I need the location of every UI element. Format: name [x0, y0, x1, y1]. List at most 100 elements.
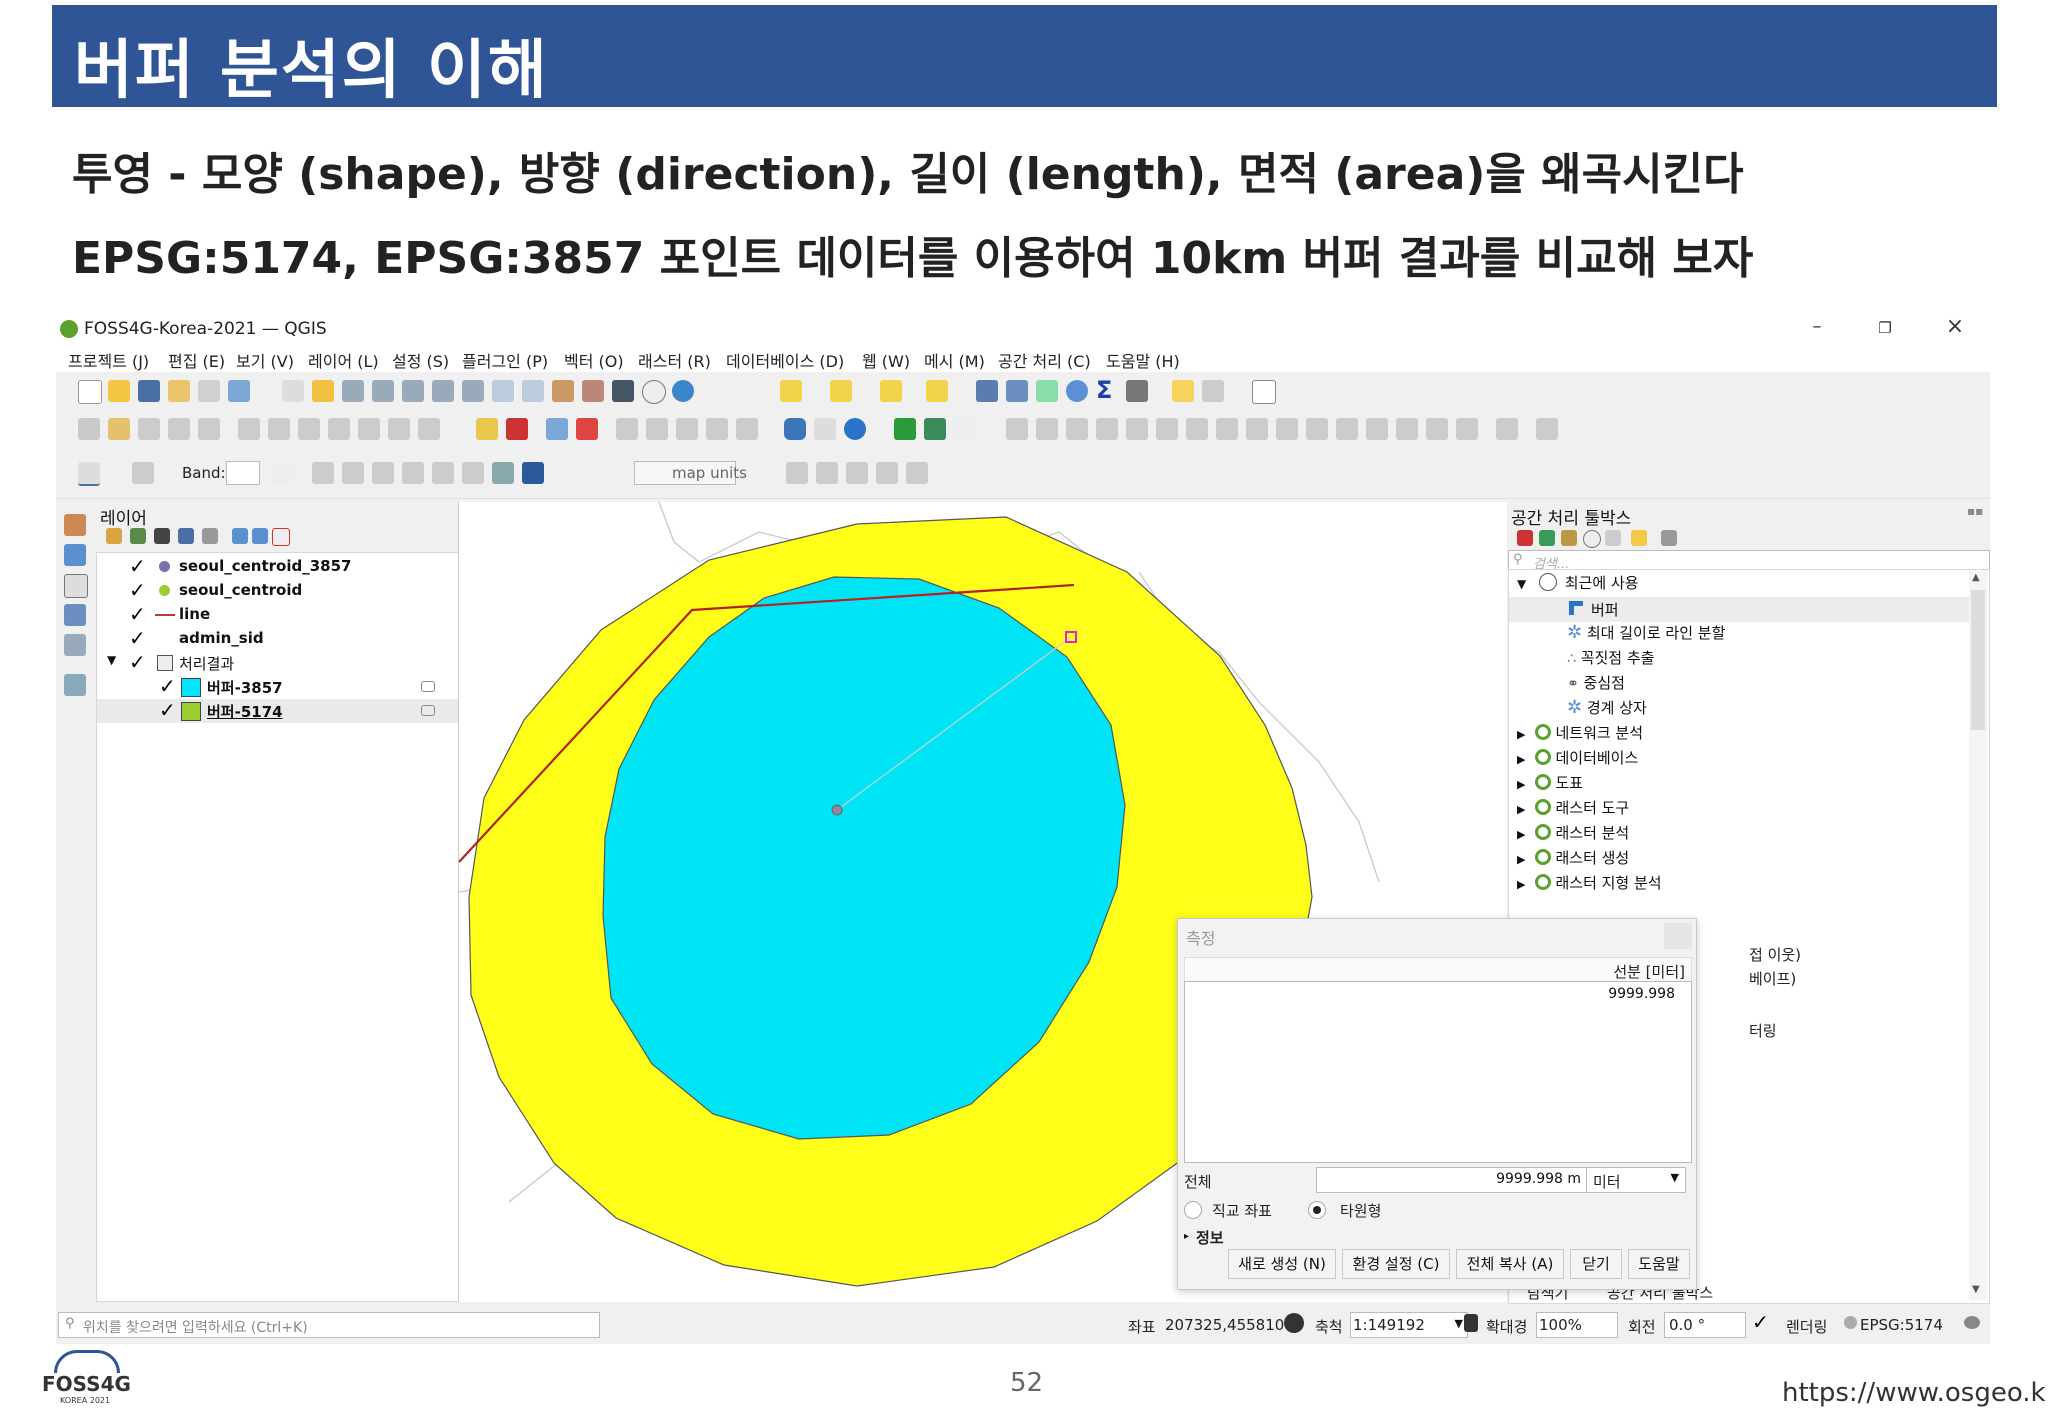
map-tips-icon[interactable] — [1172, 380, 1194, 402]
menu-view[interactable]: 보기 (V) — [236, 348, 294, 372]
expand-all-icon[interactable] — [232, 528, 248, 544]
collapse-all-icon[interactable] — [252, 528, 268, 544]
rotate-feature-icon[interactable] — [1036, 418, 1058, 440]
menu-project[interactable]: 프로젝트 (J) — [68, 348, 149, 372]
info-expand-icon[interactable]: ▸ — [1184, 1231, 1189, 1242]
save-edits-icon[interactable] — [138, 418, 160, 440]
snapping-icon[interactable] — [492, 462, 514, 484]
toolbox-item[interactable]: ✲ 최대 길이로 라인 분할 — [1567, 622, 1725, 647]
trim-extend-icon[interactable] — [1496, 418, 1518, 440]
highlight-labels-icon[interactable] — [576, 418, 598, 440]
attribute-table-icon[interactable] — [1006, 380, 1028, 402]
coordinate-toggle-icon[interactable] — [1284, 1313, 1304, 1333]
paste-icon[interactable] — [358, 418, 380, 440]
filter-legend-icon[interactable] — [178, 528, 194, 544]
histogram-icon[interactable] — [78, 462, 100, 486]
more-tools-icon[interactable] — [1536, 418, 1558, 440]
menu-edit[interactable]: 편집 (E) — [168, 348, 225, 372]
layer-row[interactable]: ✓ 버퍼-3857 — [97, 674, 497, 699]
settings-button[interactable]: 환경 설정 (C) — [1342, 1249, 1450, 1279]
add-wms-icon[interactable] — [64, 634, 86, 656]
toolbox-scrollbar[interactable]: ▲ ▼ — [1969, 570, 1987, 1300]
expand-arrow-icon[interactable]: ▶ — [1517, 803, 1525, 816]
annotation-tool-icon[interactable] — [312, 462, 334, 484]
field-calculator-icon[interactable] — [1036, 380, 1058, 402]
snapping-tool-3-icon[interactable] — [816, 462, 838, 484]
toggle-edit-icon[interactable] — [108, 418, 130, 440]
new-button[interactable]: 새로 생성 (N) — [1228, 1249, 1336, 1279]
menu-processing[interactable]: 공간 처리 (C) — [998, 348, 1091, 372]
add-virtual-layer-icon[interactable] — [64, 674, 86, 696]
layout-icon[interactable] — [168, 380, 190, 402]
render-checkbox[interactable]: ✓ — [1752, 1310, 1769, 1334]
snapping-tool-2-icon[interactable] — [786, 462, 808, 484]
menu-raster[interactable]: 래스터 (R) — [638, 348, 711, 372]
data-source-manager-icon[interactable] — [64, 514, 86, 536]
annotation-tool-5-icon[interactable] — [432, 462, 454, 484]
expand-arrow-icon[interactable]: ▼ — [107, 653, 116, 667]
zoom-in-icon[interactable] — [342, 380, 364, 402]
digitize-icon[interactable] — [78, 418, 100, 440]
deselect-icon[interactable] — [880, 380, 902, 402]
add-delimited-text-icon[interactable] — [64, 574, 88, 598]
panel-options-icon[interactable]: ▪▪ — [1967, 504, 1983, 518]
fill-ring-icon[interactable] — [1156, 418, 1178, 440]
move-selection-icon[interactable] — [926, 380, 948, 402]
add-part-icon[interactable] — [1126, 418, 1148, 440]
menu-vector[interactable]: 벡터 (O) — [564, 348, 624, 372]
new-map-view-icon[interactable] — [552, 380, 574, 402]
toolbox-group[interactable]: ▶ 데이터베이스 — [1517, 747, 1638, 772]
crs-value[interactable]: EPSG:5174 — [1860, 1316, 1943, 1334]
label-history-icon[interactable] — [736, 418, 758, 440]
diagram-icon[interactable] — [506, 418, 528, 440]
redo-icon[interactable] — [418, 418, 440, 440]
layer-row[interactable]: ✓ line — [97, 602, 497, 627]
copy-all-button[interactable]: 전체 복사 (A) — [1456, 1249, 1564, 1279]
remove-layer-icon[interactable] — [272, 528, 290, 546]
close-button[interactable]: × — [1940, 314, 1970, 339]
statistics-icon[interactable]: Σ — [1096, 376, 1112, 404]
add-feature-icon[interactable] — [168, 418, 190, 440]
zoom-layer-icon[interactable] — [462, 380, 484, 402]
restore-button[interactable]: ❐ — [1870, 319, 1900, 337]
history-icon[interactable] — [1583, 530, 1601, 548]
magnifier-spinbox[interactable]: 100% — [1536, 1312, 1618, 1338]
raster-tool-icon[interactable] — [132, 462, 154, 484]
layout-manager-icon[interactable] — [198, 380, 220, 402]
lock-scale-icon[interactable] — [1464, 1314, 1478, 1332]
measure-close-area[interactable] — [1664, 923, 1692, 949]
models-icon[interactable] — [1517, 530, 1533, 546]
snapping-tool-6-icon[interactable] — [906, 462, 928, 484]
simplify-feature-icon[interactable] — [1066, 418, 1088, 440]
toolbox-group[interactable]: ▶ 래스터 생성 — [1517, 847, 1629, 872]
menu-settings[interactable]: 설정 (S) — [392, 348, 449, 372]
help-button[interactable]: 도움말 — [1628, 1249, 1690, 1279]
results-viewer-icon[interactable] — [1605, 530, 1621, 546]
delete-selected-icon[interactable] — [268, 418, 290, 440]
offset-curve-icon[interactable] — [1276, 418, 1298, 440]
expand-arrow-icon[interactable]: ▶ — [1517, 853, 1525, 866]
info-label[interactable]: 정보 — [1196, 1227, 1224, 1248]
toolbox-item[interactable]: ∴ 꼭짓점 추출 — [1567, 647, 1654, 672]
add-spatialite-icon[interactable] — [64, 604, 86, 626]
move-label-icon[interactable] — [616, 418, 638, 440]
new-project-icon[interactable] — [78, 380, 102, 404]
split-parts-icon[interactable] — [1336, 418, 1358, 440]
messages-icon[interactable] — [1964, 1316, 1980, 1329]
undo-icon[interactable] — [388, 418, 410, 440]
annotation-tool-4-icon[interactable] — [402, 462, 424, 484]
open-styling-icon[interactable] — [106, 528, 122, 544]
layer-row[interactable]: ✓ admin_sid — [97, 626, 497, 651]
raster-contrast-icon[interactable] — [272, 462, 294, 484]
merge-attributes-icon[interactable] — [1396, 418, 1418, 440]
menu-web[interactable]: 웹 (W) — [862, 348, 910, 372]
layer-row-selected[interactable]: ✓ 버퍼-5174 — [97, 698, 503, 723]
expand-arrow-icon[interactable]: ▶ — [1517, 728, 1525, 741]
toolbox-group[interactable]: ▶ 래스터 지형 분석 — [1517, 872, 1662, 897]
cartesian-radio[interactable] — [1184, 1201, 1202, 1219]
snapping-tool-4-icon[interactable] — [846, 462, 868, 484]
toolbox-item[interactable]: ✲ 경계 상자 — [1567, 697, 1647, 722]
text-annotation-icon[interactable] — [1252, 380, 1276, 404]
toolbox-group[interactable]: ▶ 도표 — [1517, 772, 1583, 797]
scripts-icon[interactable] — [1539, 530, 1555, 546]
